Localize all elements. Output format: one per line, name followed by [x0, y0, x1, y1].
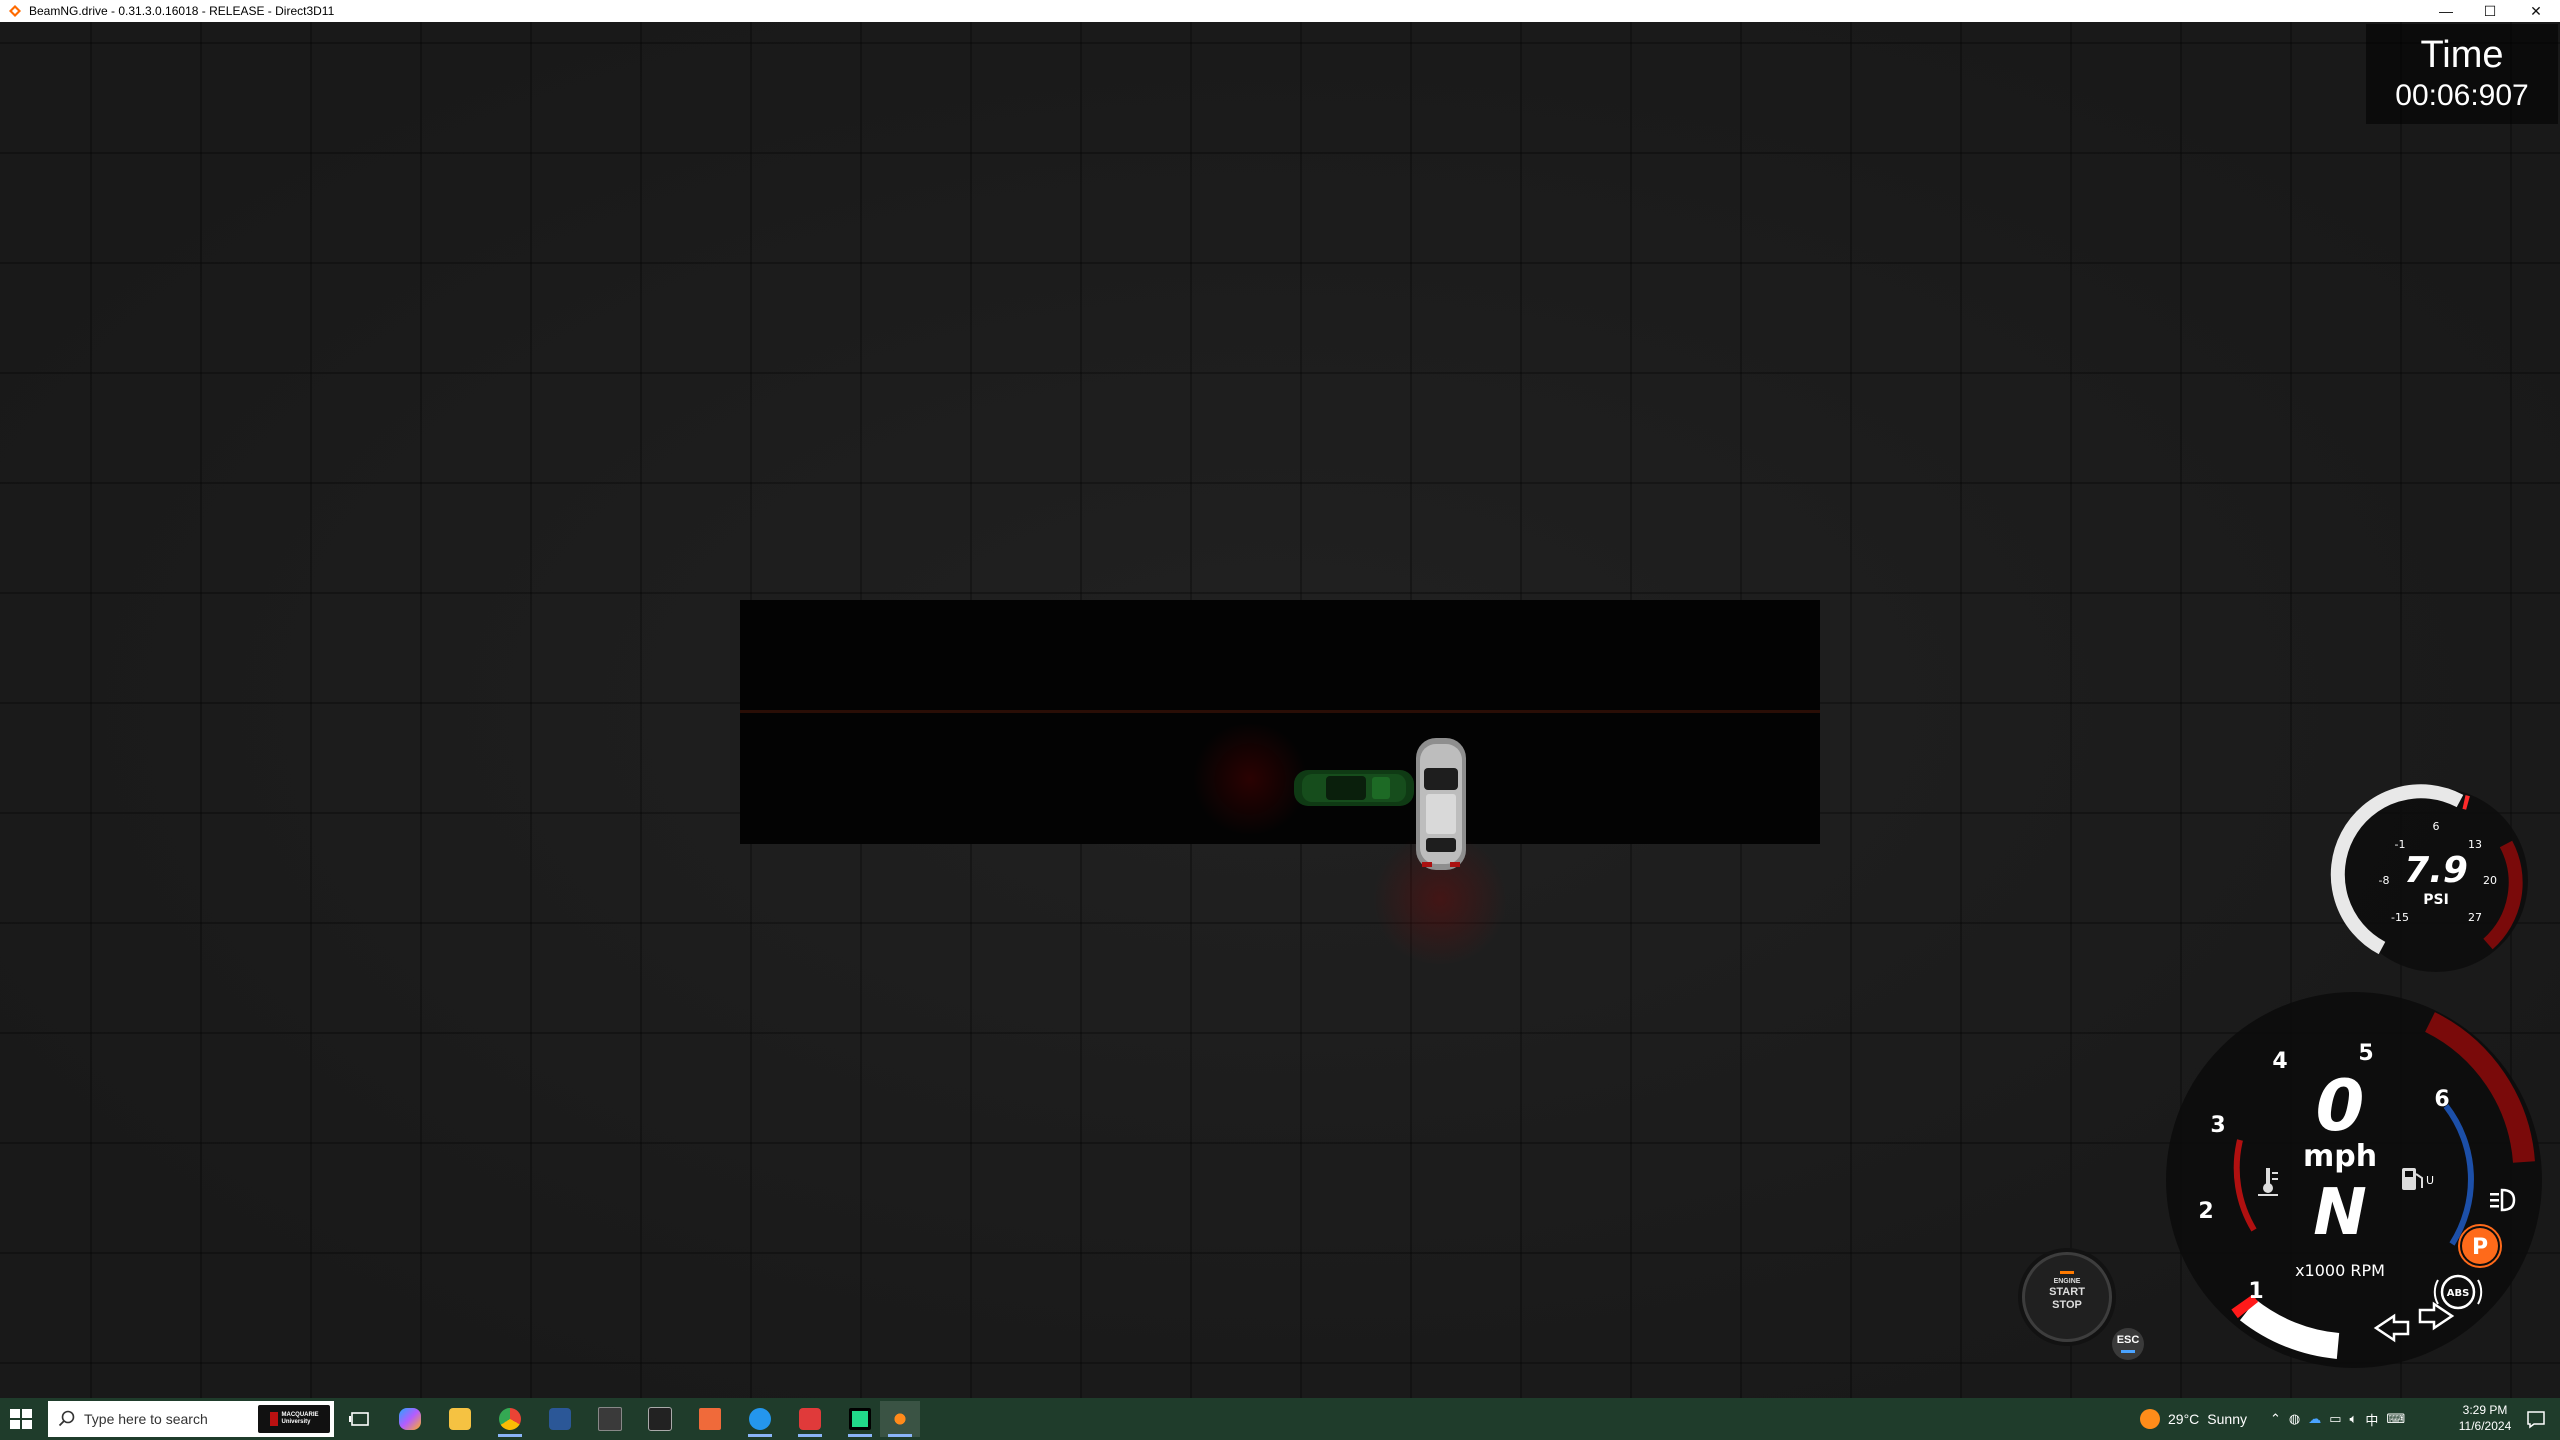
taskbar-app-remote[interactable]	[790, 1401, 830, 1437]
window-title-bar: BeamNG.drive - 0.31.3.0.16018 - RELEASE …	[0, 0, 2560, 22]
onedrive-icon[interactable]: ☁	[2308, 1411, 2321, 1427]
boost-tick: 27	[2468, 911, 2482, 924]
search-icon	[58, 1410, 75, 1427]
running-indicator	[848, 1434, 872, 1437]
task-view-button[interactable]	[340, 1401, 380, 1437]
maximize-button[interactable]: ☐	[2468, 0, 2512, 22]
chevron-up-icon[interactable]: ⌃	[2270, 1411, 2281, 1427]
notification-icon[interactable]	[2526, 1409, 2546, 1429]
engine-label: ENGINE	[2053, 1278, 2081, 1285]
tray-app-icon[interactable]: ◍	[2289, 1411, 2300, 1427]
rpm-tick: 3	[2210, 1113, 2225, 1138]
clock-time: 3:29 PM	[2462, 1403, 2508, 1417]
pycharm-icon	[849, 1408, 871, 1430]
running-indicator	[798, 1434, 822, 1437]
esc-toggle-button[interactable]: ESC	[2112, 1328, 2144, 1360]
stop-label: STOP	[2052, 1299, 2082, 1311]
weather-sun-icon	[2140, 1409, 2160, 1429]
volume-icon[interactable]: 🔈︎	[2350, 1411, 2358, 1427]
docker-icon	[749, 1408, 771, 1430]
taskbar-clock[interactable]: 3:29 PM 11/6/2024	[2450, 1402, 2520, 1434]
ime-indicator[interactable]: 中	[2365, 1410, 2378, 1429]
race-timer: Time 00:06:907	[2366, 24, 2558, 124]
brand-line-2: University	[281, 1419, 311, 1425]
app-window-icon	[598, 1407, 622, 1431]
rpm-tick: 4	[2272, 1049, 2287, 1074]
beamng-logo-icon	[9, 5, 21, 17]
chrome-icon	[499, 1408, 521, 1430]
keyboard-icon[interactable]: ⌨︎	[2386, 1411, 2405, 1427]
remote-desktop-icon	[799, 1408, 821, 1430]
speed-unit: mph	[2303, 1139, 2377, 1174]
rpm-unit: x1000 RPM	[2295, 1261, 2385, 1280]
terminal-icon	[648, 1407, 672, 1431]
close-button[interactable]: ✕	[2514, 0, 2558, 22]
running-indicator	[888, 1434, 912, 1437]
boost-value: 7.9	[2404, 850, 2468, 891]
running-indicator	[748, 1434, 772, 1437]
taskbar-app-file-explorer[interactable]	[440, 1401, 480, 1437]
gear-indicator: N	[2313, 1176, 2367, 1250]
rpm-tick: 5	[2358, 1041, 2373, 1066]
powershell-icon	[549, 1408, 571, 1430]
taskbar-search-box[interactable]: Type here to search MACQUARIE University	[48, 1401, 334, 1437]
window-title: BeamNG.drive - 0.31.3.0.16018 - RELEASE …	[29, 4, 335, 18]
tachometer-gauge: 1 2 3 4 5 6 0 mph N x1000 RPM U P ABS	[2166, 992, 2542, 1368]
speed-value: 0	[2316, 1065, 2365, 1147]
timer-label: Time	[2420, 34, 2504, 76]
boost-tick: -15	[2391, 911, 2409, 924]
rpm-tick: 1	[2248, 1279, 2263, 1304]
taskbar-app-window[interactable]	[590, 1401, 630, 1437]
lane-divider	[740, 710, 1820, 713]
taskbar-app-copilot[interactable]	[390, 1401, 430, 1437]
windows-taskbar: Type here to search MACQUARIE University	[0, 1398, 2560, 1440]
white-car	[1416, 738, 1466, 870]
esc-label: ESC	[2116, 1334, 2140, 1346]
boost-tick: 20	[2483, 874, 2497, 887]
windows-start-icon[interactable]	[10, 1409, 32, 1429]
taskbar-app-chrome[interactable]	[490, 1401, 530, 1437]
taskbar-app-pycharm[interactable]	[840, 1401, 880, 1437]
boost-tick: 13	[2468, 838, 2482, 851]
weather-temperature: 29°C	[2168, 1411, 2200, 1427]
running-indicator	[498, 1434, 522, 1437]
taskbar-app-beamng[interactable]	[880, 1401, 920, 1437]
macquarie-crest-icon	[269, 1412, 278, 1426]
green-car	[1294, 770, 1414, 806]
rpm-tick: 6	[2434, 1087, 2449, 1112]
rpm-tick: 2	[2198, 1199, 2213, 1224]
taskbar-app-powershell[interactable]	[540, 1401, 580, 1437]
macquarie-logo-badge[interactable]: MACQUARIE University	[258, 1405, 330, 1433]
document-icon	[699, 1408, 721, 1430]
beamng-icon	[889, 1408, 911, 1430]
boost-unit: PSI	[2423, 892, 2449, 908]
boost-gauge: -15 -8 -1 6 13 20 27 7.9 PSI	[2330, 784, 2528, 972]
fuel-level-label: U	[2426, 1174, 2434, 1187]
boost-tick: 6	[2433, 820, 2440, 833]
network-icon[interactable]: ▭	[2329, 1411, 2341, 1427]
engine-status-indicator	[2060, 1271, 2074, 1274]
minimize-button[interactable]: —	[2424, 0, 2468, 22]
abs-label: ABS	[2447, 1288, 2470, 1299]
copilot-icon	[399, 1408, 421, 1430]
taskbar-app-terminal[interactable]	[640, 1401, 680, 1437]
timer-value: 00:06:907	[2395, 79, 2529, 112]
brand-line-1: MACQUARIE	[281, 1412, 319, 1418]
parking-brake-label: P	[2472, 1235, 2488, 1260]
folder-icon	[449, 1408, 471, 1430]
boost-tick: -8	[2379, 874, 2390, 887]
taskbar-app-document[interactable]	[690, 1401, 730, 1437]
engine-start-stop-button[interactable]: ENGINE START STOP	[2022, 1252, 2112, 1342]
task-view-icon	[349, 1412, 369, 1426]
weather-condition: Sunny	[2207, 1411, 2247, 1427]
taskbar-app-docker[interactable]	[740, 1401, 780, 1437]
start-label: START	[2049, 1286, 2085, 1298]
esc-status-indicator	[2121, 1350, 2135, 1353]
clock-date: 11/6/2024	[2458, 1419, 2512, 1433]
weather-widget[interactable]: 29°C Sunny	[2140, 1398, 2247, 1440]
search-placeholder: Type here to search	[84, 1411, 208, 1427]
